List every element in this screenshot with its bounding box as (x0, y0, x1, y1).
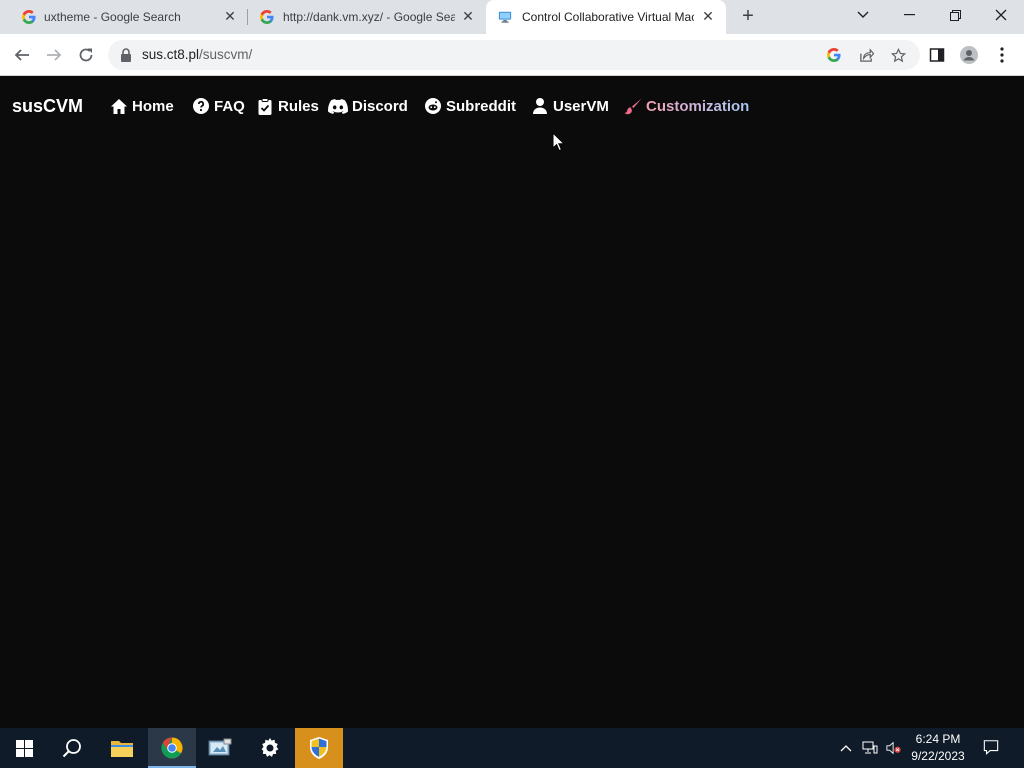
question-circle-icon (192, 97, 210, 115)
windows-logo-icon (15, 739, 33, 757)
nav-rules[interactable]: Rules (256, 96, 319, 116)
nav-label: Discord (352, 97, 408, 115)
show-hidden-icons-chevron[interactable] (838, 740, 854, 756)
paintbrush-icon (624, 97, 642, 115)
restore-button[interactable] (932, 0, 978, 30)
reload-button[interactable] (75, 44, 97, 66)
clock-date: 9/22/2023 (911, 749, 965, 763)
nav-label: FAQ (214, 97, 245, 115)
security-shield-button[interactable] (295, 728, 343, 768)
settings-button[interactable] (246, 728, 294, 768)
nav-uservm[interactable]: UserVM (531, 96, 609, 116)
lock-icon (121, 48, 131, 62)
back-button[interactable] (11, 44, 33, 66)
page-viewport: susCVM Home FAQ Rules Discord Subreddit (0, 77, 1024, 728)
share-icon[interactable] (858, 47, 874, 63)
side-panel-icon[interactable] (928, 46, 946, 64)
close-window-button[interactable] (978, 0, 1024, 30)
mouse-pointer-icon (552, 132, 564, 152)
google-g-icon (260, 10, 274, 24)
url-host: sus.ct8.pl (142, 47, 200, 62)
chrome-icon (161, 737, 183, 759)
close-tab-icon[interactable]: ✕ (222, 8, 238, 24)
search-button[interactable] (48, 728, 96, 768)
nav-subreddit[interactable]: Subreddit (424, 96, 516, 116)
new-tab-button[interactable]: + (738, 6, 758, 27)
network-icon[interactable] (862, 740, 878, 756)
monitor-icon (498, 11, 512, 23)
google-g-icon (22, 10, 36, 24)
nav-label: UserVM (553, 97, 609, 115)
nav-home[interactable]: Home (110, 96, 174, 116)
google-lens-icon[interactable] (826, 47, 842, 63)
nav-discord[interactable]: Discord (328, 96, 408, 116)
volume-muted-icon[interactable] (886, 740, 902, 756)
nav-label: Rules (278, 97, 319, 115)
notification-center-icon[interactable] (983, 739, 999, 755)
close-tab-icon[interactable]: ✕ (460, 8, 476, 24)
clipboard-check-icon (256, 97, 274, 115)
reddit-icon (424, 97, 442, 115)
tab-title: http://dank.vm.xyz/ - Google Search (283, 10, 455, 24)
site-brand[interactable]: susCVM (12, 96, 83, 117)
url-path: /suscvm/ (199, 47, 253, 62)
url-text: sus.ct8.pl/suscvm/ (142, 47, 252, 62)
nav-customization[interactable]: Customization (624, 96, 749, 116)
nav-faq[interactable]: FAQ (192, 96, 245, 116)
tab-title: uxtheme - Google Search (44, 10, 181, 24)
clock-time: 6:24 PM (915, 732, 961, 746)
kebab-menu-icon[interactable] (993, 46, 1011, 64)
browser-tab-strip: uxtheme - Google Search ✕ http://dank.vm… (0, 0, 1024, 34)
file-explorer-button[interactable] (98, 728, 146, 768)
user-icon (531, 97, 549, 115)
tab-dank-search[interactable]: http://dank.vm.xyz/ - Google Search ✕ (248, 0, 486, 34)
folder-icon (111, 741, 133, 757)
discord-icon (328, 97, 348, 115)
control-panel-icon (208, 738, 232, 756)
tab-search-chevron-icon[interactable] (840, 0, 886, 30)
control-panel-button[interactable] (196, 728, 244, 768)
start-button[interactable] (0, 728, 48, 768)
tab-uxtheme-search[interactable]: uxtheme - Google Search ✕ (0, 0, 248, 34)
gear-icon (261, 738, 279, 757)
nav-label: Customization (646, 97, 750, 115)
close-tab-icon[interactable]: ✕ (700, 8, 716, 24)
nav-label: Home (132, 97, 174, 115)
address-bar[interactable]: sus.ct8.pl/suscvm/ (108, 40, 920, 70)
chrome-taskbar-button[interactable] (148, 728, 196, 768)
tab-suscvm-active[interactable]: Control Collaborative Virtual Machines ✕ (486, 0, 726, 34)
search-icon (62, 739, 81, 758)
home-icon (110, 97, 128, 115)
nav-label: Subreddit (446, 97, 516, 115)
shield-icon (310, 737, 328, 759)
tab-title: Control Collaborative Virtual Machines (522, 10, 694, 24)
minimize-button[interactable] (886, 0, 932, 30)
windows-taskbar: 6:24 PM 9/22/2023 (0, 728, 1024, 768)
profile-avatar-icon[interactable] (960, 46, 978, 64)
bookmark-star-icon[interactable] (890, 47, 906, 63)
browser-toolbar: sus.ct8.pl/suscvm/ (0, 34, 1024, 76)
forward-button[interactable] (43, 44, 65, 66)
system-clock[interactable]: 6:24 PM 9/22/2023 (906, 731, 970, 765)
